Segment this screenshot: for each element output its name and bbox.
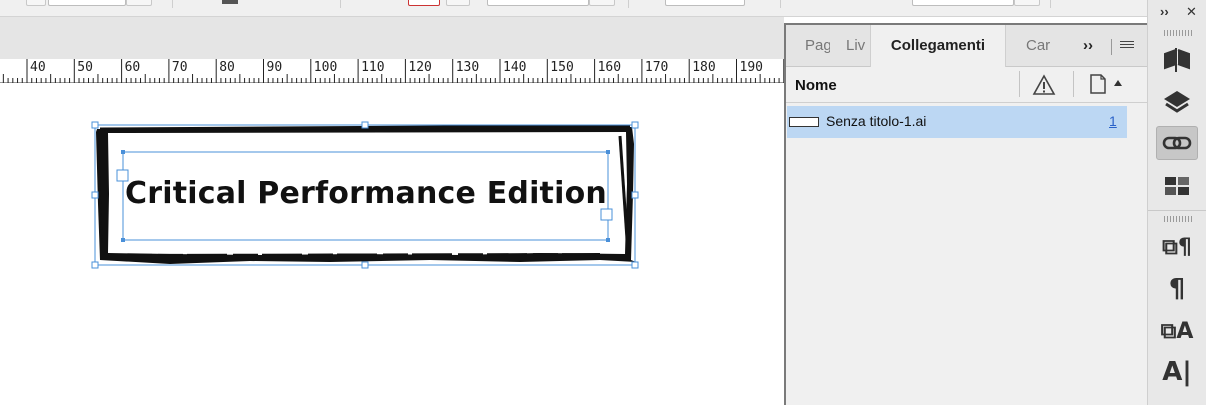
handle-top-right xyxy=(631,121,639,129)
ruler-label: 40 xyxy=(30,60,46,75)
links-icon[interactable] xyxy=(1156,126,1198,160)
divider xyxy=(1111,39,1112,55)
sort-ascending-icon[interactable] xyxy=(1113,79,1123,87)
tab-character[interactable]: Car xyxy=(1026,37,1051,54)
page-icon[interactable] xyxy=(1089,73,1107,95)
links-column-header: Nome xyxy=(786,67,1147,103)
ruler-label: 140 xyxy=(503,60,527,75)
panel-menu-icon[interactable] xyxy=(1120,41,1134,53)
layers-icon[interactable] xyxy=(1156,85,1198,119)
dock-header: ›› ✕ xyxy=(1148,0,1206,26)
control-dropdown[interactable] xyxy=(446,0,470,6)
ruler-label: 130 xyxy=(455,60,480,75)
divider xyxy=(172,0,173,8)
document-tab-strip xyxy=(0,17,784,59)
control-field[interactable] xyxy=(912,0,1014,6)
control-dropdown[interactable] xyxy=(126,0,152,6)
column-name-header[interactable]: Nome xyxy=(795,77,837,94)
stroke-icon[interactable] xyxy=(222,0,238,4)
warning-icon[interactable] xyxy=(1032,74,1056,96)
handle-bottom-left xyxy=(91,261,99,269)
close-dock-button[interactable]: ✕ xyxy=(1186,4,1197,20)
links-panel: Pag Liv Collegamenti Car ›› Nome Senza t… xyxy=(784,23,1147,405)
handle-bottom-center xyxy=(361,261,369,269)
control-button[interactable] xyxy=(26,0,46,6)
character-icon[interactable]: A| xyxy=(1156,355,1198,389)
ruler-label: 120 xyxy=(408,60,432,75)
link-page-number[interactable]: 1 xyxy=(1109,113,1117,129)
control-field[interactable] xyxy=(487,0,589,6)
panel-tab-bar: Pag Liv Collegamenti Car ›› xyxy=(786,25,1147,67)
control-dropdown[interactable] xyxy=(1014,0,1040,6)
ruler-label: 170 xyxy=(644,60,669,75)
divider xyxy=(1148,210,1206,211)
divider xyxy=(1073,71,1074,97)
control-dropdown[interactable] xyxy=(589,0,615,6)
ruler-label: 50 xyxy=(77,60,93,75)
divider xyxy=(1050,0,1051,8)
stroke-color-swatch[interactable] xyxy=(408,0,440,6)
ruler-label: 190 xyxy=(739,60,763,75)
handle-top-center xyxy=(361,121,369,129)
ruler-label: 70 xyxy=(171,60,188,75)
divider xyxy=(628,0,629,8)
tab-pages[interactable]: Pag xyxy=(805,37,830,54)
divider xyxy=(1019,71,1020,97)
ruler-label: 100 xyxy=(313,60,338,75)
handle-middle-right xyxy=(631,191,639,199)
ruler-label: 80 xyxy=(219,60,235,75)
ruler-label: 180 xyxy=(692,60,716,75)
link-thumbnail-icon xyxy=(789,117,819,127)
dock-grip[interactable] xyxy=(1164,30,1192,36)
paragraph-icon[interactable]: ¶ xyxy=(1156,272,1198,306)
divider xyxy=(780,0,781,8)
tab-layers[interactable]: Liv xyxy=(846,37,868,54)
dock-grip[interactable] xyxy=(1164,216,1192,222)
control-bar xyxy=(0,0,1150,17)
ruler-label: 150 xyxy=(550,60,574,75)
control-field[interactable] xyxy=(665,0,745,6)
tab-links[interactable]: Collegamenti xyxy=(870,25,1006,67)
links-list: Senza titolo-1.ai 1 xyxy=(786,104,1147,405)
pages-icon[interactable] xyxy=(1156,43,1198,77)
swatches-icon[interactable] xyxy=(1156,169,1198,203)
frame-text[interactable]: Critical Performance Edition xyxy=(124,176,608,211)
indesign-window: 40 50 60 70 80 90 100 110 120 130 140 150 160 170 180 1… xyxy=(0,0,1206,405)
character-styles-icon[interactable]: ⧉A xyxy=(1156,314,1198,348)
ruler-label: 110 xyxy=(361,60,385,75)
more-tabs-button[interactable]: ›› xyxy=(1083,37,1093,54)
paragraph-styles-icon[interactable]: ⧉¶ xyxy=(1156,230,1198,264)
handle-middle-left xyxy=(91,191,99,199)
document-canvas[interactable]: Critical Performance Edition xyxy=(0,84,784,405)
graphic-frame[interactable] xyxy=(0,84,784,405)
control-field[interactable] xyxy=(48,0,126,6)
panel-dock: ›› ✕ ⧉¶ ¶ ⧉A A| xyxy=(1147,0,1206,405)
ruler-label: 90 xyxy=(266,60,283,75)
ruler-label: 160 xyxy=(597,60,622,75)
link-row[interactable]: Senza titolo-1.ai 1 xyxy=(787,106,1127,138)
link-name: Senza titolo-1.ai xyxy=(826,113,927,129)
ruler-label: 60 xyxy=(124,60,141,75)
collapse-dock-button[interactable]: ›› xyxy=(1160,4,1169,19)
divider xyxy=(340,0,341,8)
handle-top-left xyxy=(91,121,99,129)
horizontal-ruler[interactable]: 40 50 60 70 80 90 100 110 120 130 140 150 160 170 180 1… xyxy=(0,59,784,83)
handle-bottom-right xyxy=(631,261,639,269)
